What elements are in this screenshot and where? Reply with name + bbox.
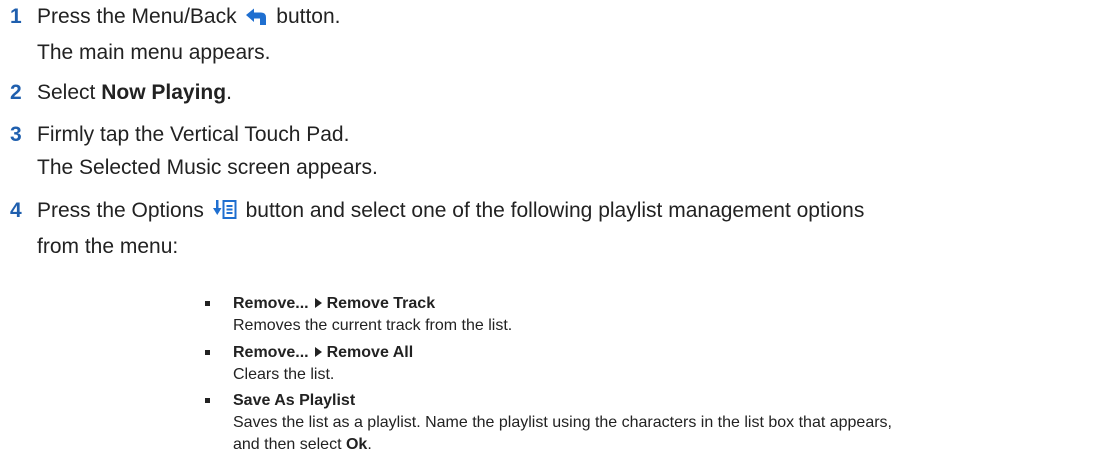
option-description: and then select Ok. (233, 434, 1102, 456)
step-line: Firmly tap the Vertical Touch Pad. (37, 123, 350, 146)
step-number: 2 (10, 81, 22, 104)
button-name: Ok (345, 436, 368, 453)
option-body: Remove... Remove Track Removes the curren… (233, 293, 1102, 337)
step-line: from the menu: (37, 235, 179, 258)
step-text: Press the Options (37, 199, 204, 222)
option-text: and then select (233, 436, 346, 453)
option-title: Remove... Remove All (233, 342, 1102, 364)
option-description: Clears the list. (233, 366, 335, 383)
step-number: 1 (10, 5, 22, 28)
option-description: Removes the current track from the list. (233, 317, 513, 334)
step-result: The main menu appears. (37, 41, 271, 64)
options-icon (212, 197, 237, 230)
option-title-part: Remove... (233, 295, 309, 312)
bullet (205, 350, 210, 355)
step-text: button. (276, 5, 341, 28)
bullet (205, 301, 210, 306)
step-number: 4 (10, 199, 22, 222)
step-line: Press the Menu/Back button. (37, 0, 1102, 36)
step-text: . (226, 81, 232, 104)
step-text: Press the Menu/Back (37, 5, 237, 28)
option-body: Save As Playlist Saves the list as a pla… (233, 390, 1102, 456)
option-title: Save As Playlist (233, 392, 356, 409)
step-body: Press the Menu/Back button. The main men… (37, 0, 1102, 69)
step-body: Firmly tap the Vertical Touch Pad. The S… (37, 118, 1102, 184)
step-number: 3 (10, 123, 22, 146)
option-text: . (367, 436, 372, 453)
back-arrow-icon (245, 3, 267, 36)
bullet (205, 398, 210, 403)
option-title-part: Remove All (326, 344, 414, 361)
option-description: Saves the list as a playlist. Name the p… (233, 414, 892, 431)
step-body: Select Now Playing. (37, 76, 1102, 109)
step-body: Press the Options button and select one … (37, 194, 1102, 263)
option-title-part: Remove... (233, 344, 309, 361)
step-result: The Selected Music screen appears. (37, 156, 378, 179)
arrow-right-icon (314, 347, 322, 357)
option-title: Remove... Remove Track (233, 293, 1102, 315)
menu-item-name: Now Playing (101, 81, 227, 104)
step-text: Select (37, 81, 102, 104)
arrow-right-icon (314, 298, 322, 308)
step-line: Press the Options button and select one … (37, 194, 1102, 230)
option-title-part: Remove Track (326, 295, 436, 312)
step-text: button and select one of the following p… (245, 199, 865, 222)
option-body: Remove... Remove All Clears the list. (233, 342, 1102, 386)
step-line: Select Now Playing. (37, 76, 1102, 109)
